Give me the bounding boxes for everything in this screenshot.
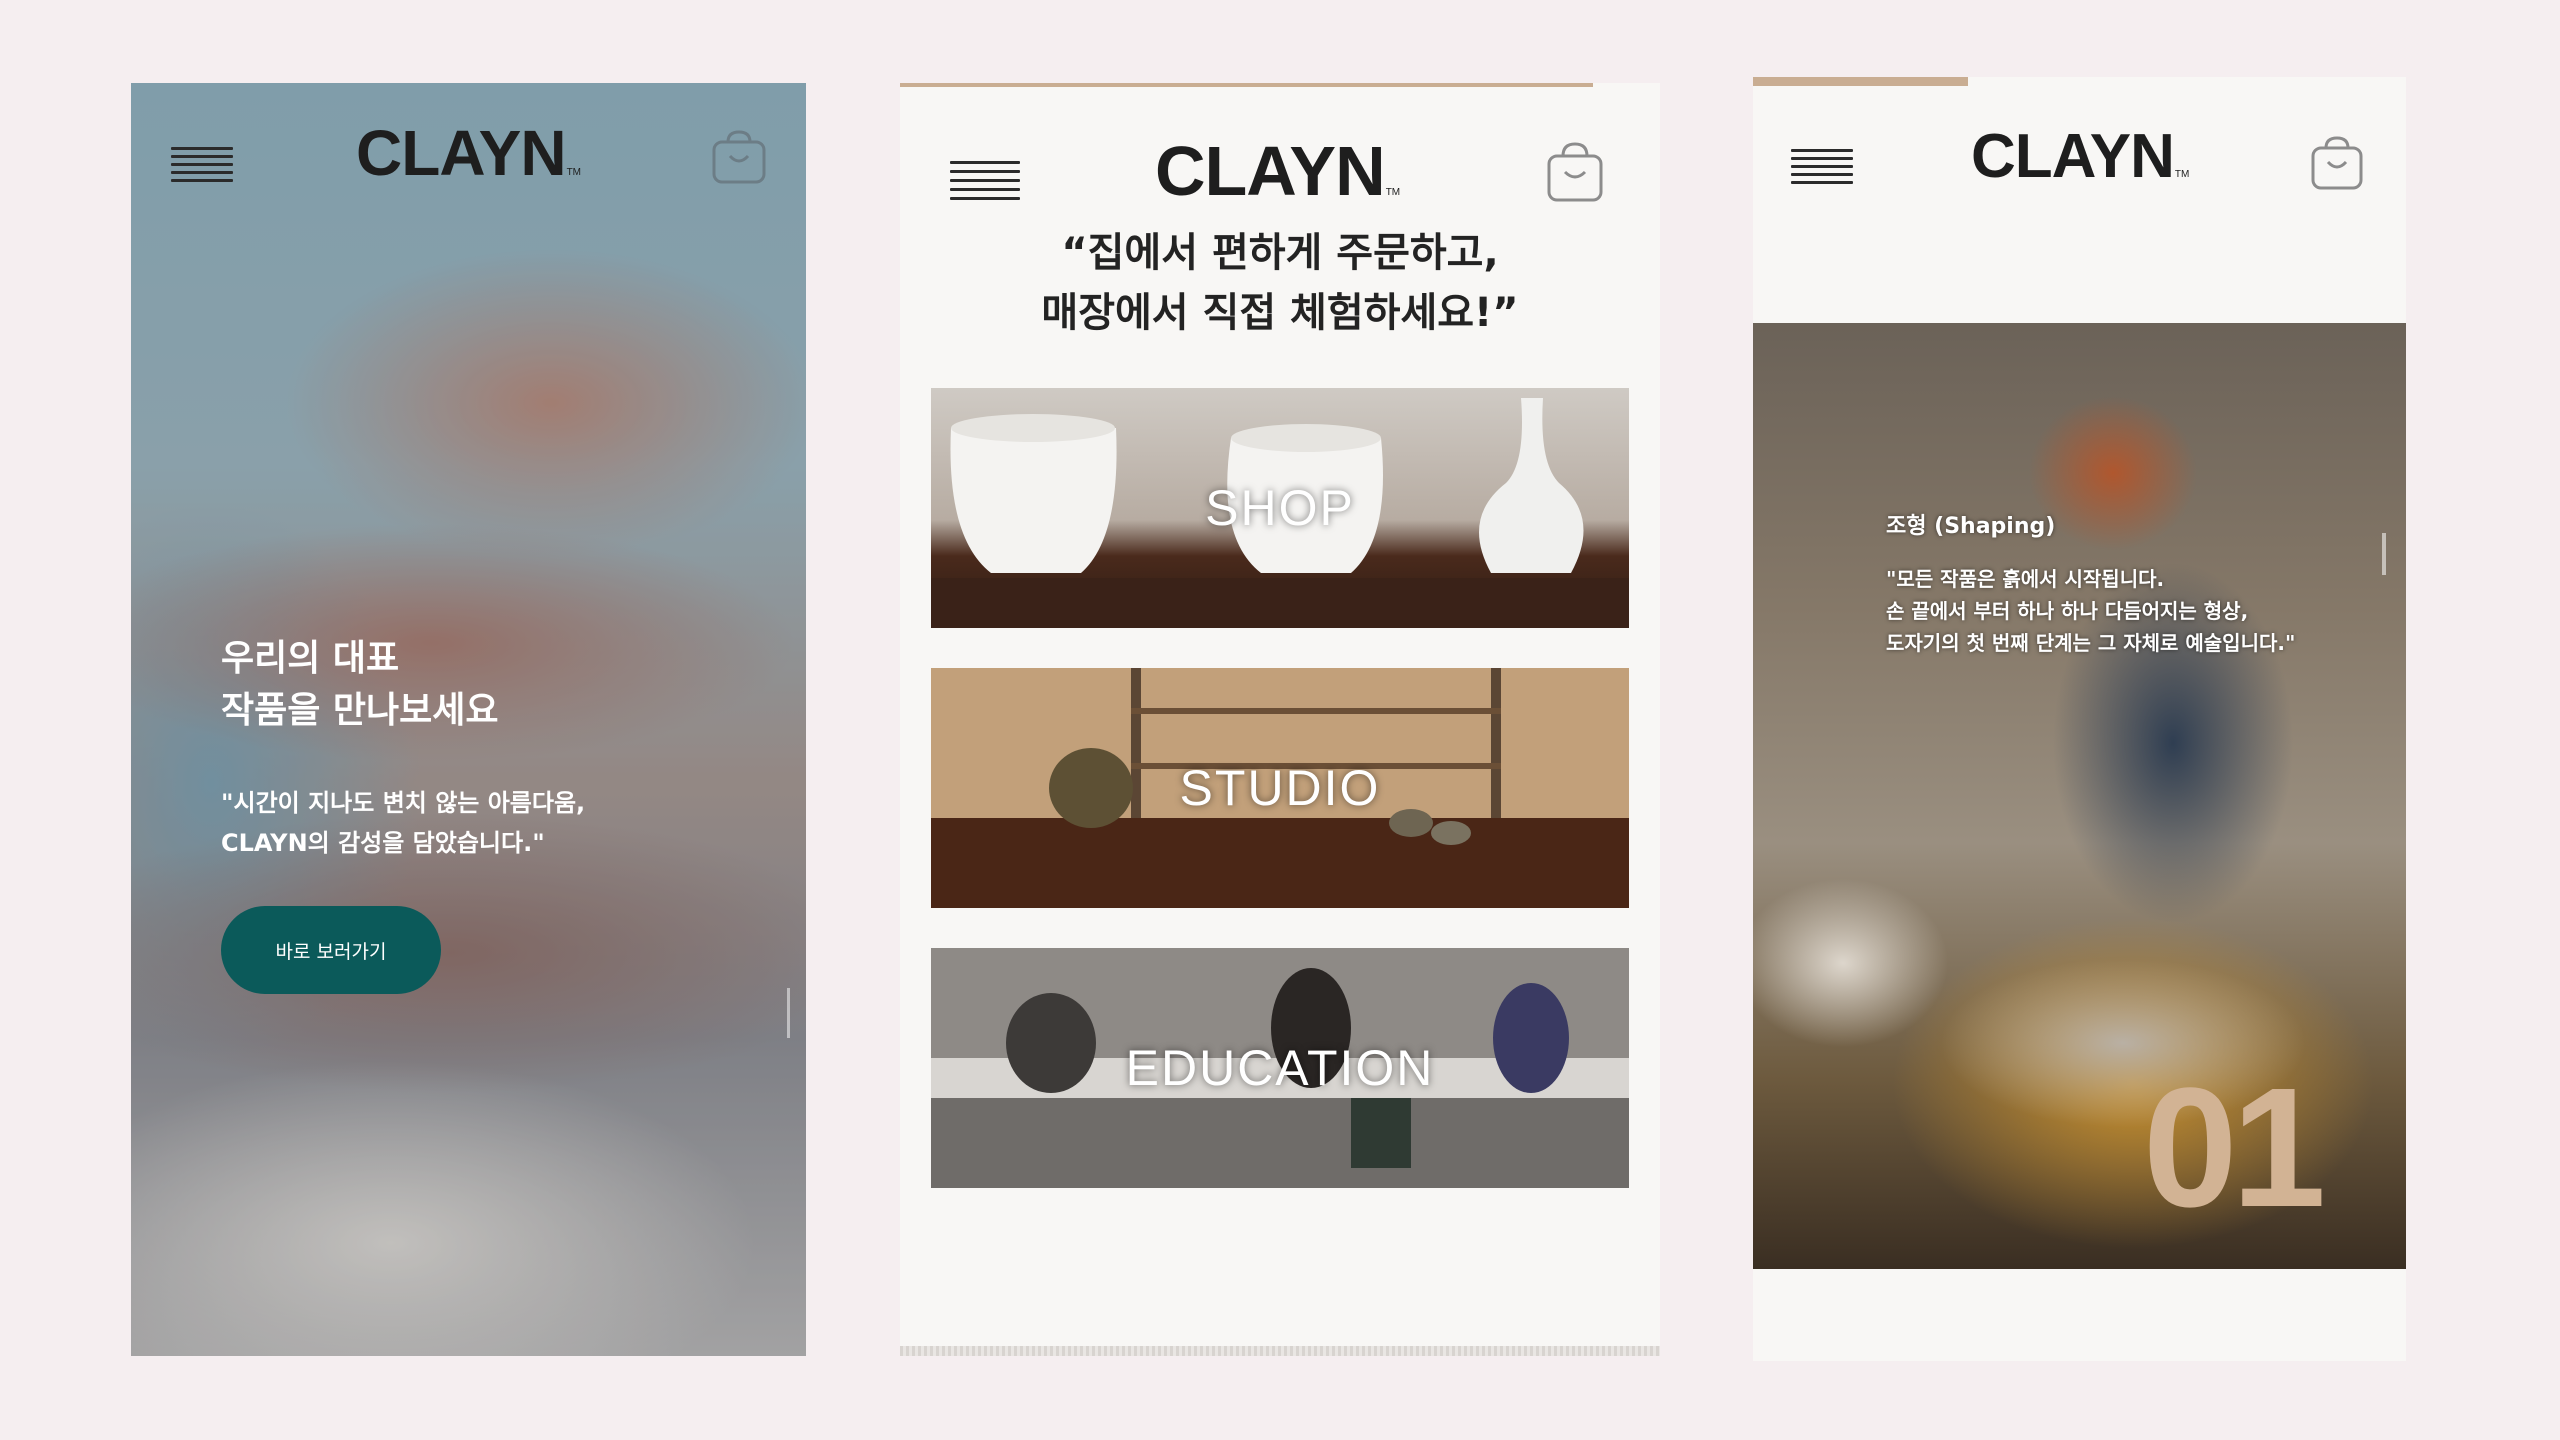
brand-logo-tm: TM <box>2174 169 2190 180</box>
bottom-divider <box>900 1346 1660 1356</box>
process-photo: 조형 (Shaping) "모든 작품은 흙에서 시작됩니다. 손 끝에서 부터… <box>1753 323 2406 1269</box>
progress-bar <box>1753 77 1968 86</box>
shopping-bag-icon[interactable] <box>2308 132 2366 194</box>
step-description-line: 도자기의 첫 번째 단계는 그 자체로 예술입니다." <box>1886 631 2296 655</box>
hero-quote-line: CLAYN의 감성을 담았습니다." <box>221 829 545 857</box>
brand-logo-tm: TM <box>566 167 582 178</box>
brand-logo-text: CLAYN <box>1155 132 1386 210</box>
brand-logo-text: CLAYN <box>1971 122 2175 191</box>
step-number: 01 <box>2143 1053 2326 1243</box>
hero-quote: "시간이 지나도 변치 않는 아름다움, CLAYN의 감성을 담았습니다." <box>221 783 585 863</box>
mobile-screen-hero: CLAYNTM 우리의 대표 작품을 만나보세요 "시간이 지나도 변치 않는 … <box>131 83 806 1356</box>
scroll-indicator[interactable] <box>787 988 790 1038</box>
brand-logo-tm: TM <box>1385 187 1401 198</box>
mobile-screen-categories: CLAYNTM “집에서 편하게 주문하고, 매장에서 직접 체험하세요!” S… <box>900 83 1660 1356</box>
view-now-button[interactable]: 바로 보러가기 <box>221 906 441 994</box>
brand-logo[interactable]: CLAYNTM <box>1155 131 1400 211</box>
brand-logo[interactable]: CLAYNTM <box>1971 121 2189 192</box>
scroll-indicator[interactable] <box>2382 533 2386 575</box>
category-label: STUDIO <box>1179 760 1381 816</box>
category-card-shop[interactable]: SHOP <box>931 388 1629 628</box>
step-description: "모든 작품은 흙에서 시작됩니다. 손 끝에서 부터 하나 하나 다듬어지는 … <box>1886 563 2295 659</box>
category-card-education[interactable]: EDUCATION <box>931 948 1629 1188</box>
step-title: 조형 (Shaping) <box>1886 514 2056 539</box>
mobile-screen-process: CLAYNTM 조형 (Shaping) "모든 작품은 흙에서 시작됩니다. … <box>1753 77 2406 1361</box>
hero-title-line: 우리의 대표 <box>221 638 400 679</box>
progress-bar <box>900 83 1593 87</box>
shopping-bag-icon[interactable] <box>1543 138 1607 206</box>
shopping-bag-icon[interactable] <box>708 126 770 188</box>
step-description-line: 손 끝에서 부터 하나 하나 다듬어지는 형상, <box>1886 599 2249 623</box>
hero-title-line: 작품을 만나보세요 <box>221 690 499 731</box>
page-headline: “집에서 편하게 주문하고, 매장에서 직접 체험하세요!” <box>900 223 1660 343</box>
category-label: EDUCATION <box>1125 1040 1435 1096</box>
hero-quote-line: "시간이 지나도 변치 않는 아름다움, <box>221 789 586 817</box>
headline-line: 매장에서 직접 체험하세요!” <box>1041 290 1519 336</box>
brand-logo-text: CLAYN <box>356 117 567 189</box>
hamburger-menu-icon[interactable] <box>1791 145 1853 185</box>
hero-title: 우리의 대표 작품을 만나보세요 <box>221 633 499 737</box>
brand-logo[interactable]: CLAYNTM <box>356 116 581 190</box>
hamburger-menu-icon[interactable] <box>950 157 1020 200</box>
category-card-studio[interactable]: STUDIO <box>931 668 1629 908</box>
hamburger-menu-icon[interactable] <box>171 143 233 183</box>
headline-line: “집에서 편하게 주문하고, <box>1061 230 1499 276</box>
category-label: SHOP <box>1205 480 1355 536</box>
step-description-line: "모든 작품은 흙에서 시작됩니다. <box>1886 567 2165 591</box>
